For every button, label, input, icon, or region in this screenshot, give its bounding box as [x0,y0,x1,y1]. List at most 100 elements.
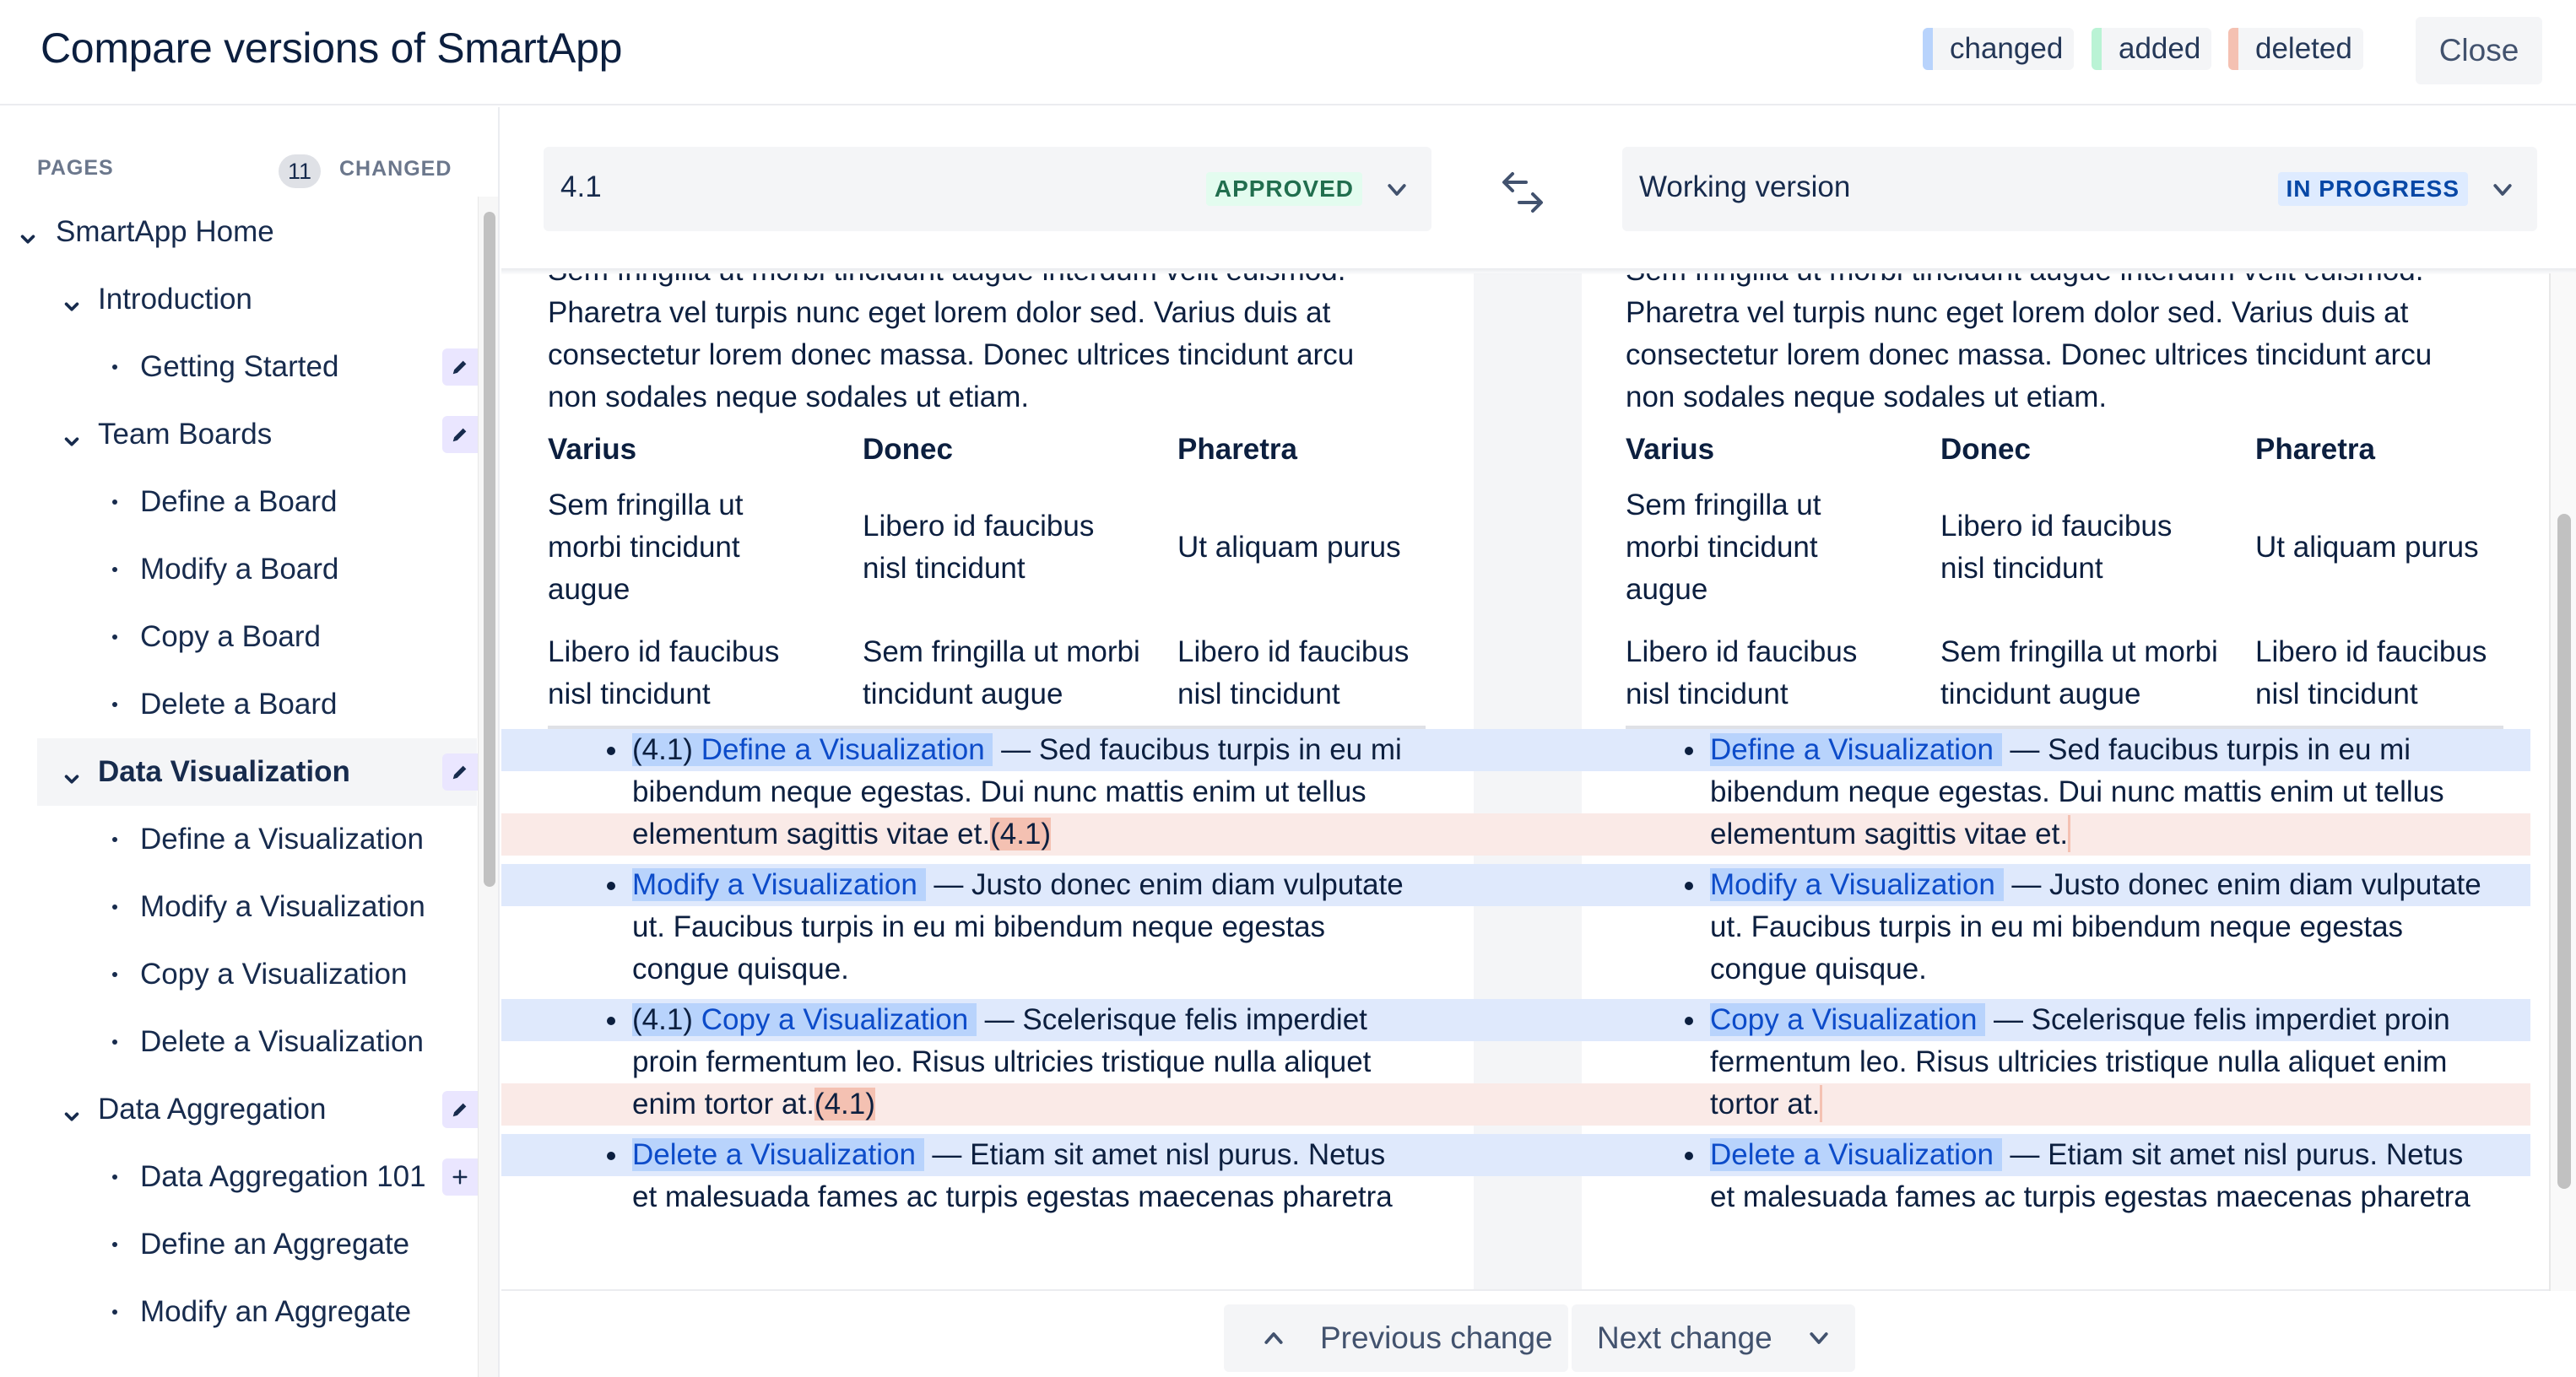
content-scroll-thumb[interactable] [2557,514,2571,1189]
sidebar-item-label: Modify a Board [140,553,339,586]
page-link[interactable]: Define a Visualization [1710,733,1994,766]
deleted-marker [1820,1085,1823,1122]
deleted-highlight: (4.1) [814,1088,875,1120]
page-link[interactable]: Define a Visualization [701,733,985,766]
sidebar-item[interactable]: Getting Started [0,333,478,401]
pages-sidebar: PAGES 11 CHANGED SmartApp Home Introducti… [0,107,500,1377]
paragraph-line: consectetur lorem donec massa. Donec ult… [548,338,1355,371]
sidebar-item[interactable]: Data Visualization [37,738,478,806]
list-item-line: fermentum leo. Risus ultricies tristique… [1710,1045,2448,1078]
bullet-icon [112,1242,117,1247]
changed-highlight: Delete a Visualization [632,1138,924,1171]
sidebar-item[interactable]: Team Boards [0,401,478,468]
sidebar-item[interactable]: Modify a Visualization [0,873,477,941]
sidebar-item[interactable]: Define a Visualization [0,806,477,873]
swap-arrows-icon[interactable] [1496,165,1550,219]
sidebar-item[interactable]: Data Aggregation 101 [0,1143,478,1211]
table-row: Sem fringilla ut morbi tincidunt augue L… [548,474,1426,621]
list-item-line: enim tortor at.(4.1) [632,1083,1432,1126]
chevron-down-icon[interactable] [62,763,81,784]
left-version-select[interactable]: 4.1 APPROVED [544,147,1431,231]
table-cell: Libero id faucibus nisl tincidunt [1177,635,1410,710]
table-header: Pharetra [1177,433,1298,466]
in-progress-status-badge: IN PROGRESS [2277,172,2468,206]
sidebar-item[interactable]: Copy a Visualization [0,941,477,1008]
content-scrollbar[interactable] [2549,273,2576,1291]
sidebar-item-label: Modify a Visualization [140,890,425,923]
list-item-line: ut. Faucibus turpis in eu mi bibendum ne… [1710,910,2404,943]
bullet-icon [112,500,117,505]
changed-highlight: Modify a Visualization [632,868,926,901]
right-version-name: Working version [1639,170,1851,203]
list-item-text: — Scelerisque felis imperdiet [976,1003,1367,1036]
page-link[interactable]: Delete a Visualization [632,1138,916,1171]
table-cell: Sem fringilla ut morbi tincidunt augue [1626,489,1821,606]
added-swatch [2092,28,2102,70]
sidebar-scrollbar[interactable] [478,197,498,1377]
changed-count-badge: 11 [279,154,321,188]
sidebar-item[interactable]: Copy a Board [0,603,477,671]
page-link[interactable]: Copy a Visualization [1710,1003,1978,1036]
chevron-up-icon [1264,1332,1283,1344]
right-version-select[interactable]: Working version IN PROGRESS [1622,147,2537,231]
close-button[interactable]: Close [2416,17,2542,84]
legend-label: deleted [2255,32,2352,65]
version-prefix: (4.1) [632,733,701,766]
sidebar-item[interactable]: Data Aggregation [0,1076,478,1143]
chevron-down-icon[interactable] [62,1100,81,1121]
chevron-down-icon [1388,184,1406,196]
list-item-line: (4.1) Define a Visualization — Sed fauci… [632,729,1432,771]
left-diff-list: (4.1) Define a Visualization — Sed fauci… [548,729,1432,1218]
bullet-icon [607,747,615,755]
list-item-line: proin fermentum leo. Risus ultricies tri… [632,1045,1372,1078]
sidebar-item[interactable]: Define a Board [0,468,477,536]
sidebar-item-label: Define an Aggregate [140,1228,410,1261]
sidebar-item[interactable]: Modify an Aggregate [0,1278,477,1346]
page-link[interactable]: Delete a Visualization [1710,1138,1994,1171]
table-header: Varius [1626,433,1715,466]
list-item: Delete a Visualization — Etiam sit amet … [548,1134,1432,1218]
list-item-text: — Etiam sit amet nisl purus. Netus [923,1138,1386,1171]
changed-highlight: Modify a Visualization [1710,868,2004,901]
list-item-text: congue quisque. [1710,953,1927,986]
sidebar-item-label: SmartApp Home [56,215,274,248]
deleted-swatch [2228,28,2238,70]
table-cell: Libero id faucibus nisl tincidunt [863,510,1095,585]
content-table: Varius Donec Pharetra Sem fringilla ut m… [548,429,1426,729]
table-row: Libero id faucibus nisl tincidunt Sem fr… [548,621,1426,726]
sidebar-item[interactable]: Define an Aggregate [0,1211,477,1278]
sidebar-item-label: Define a Board [140,485,338,518]
page-link[interactable]: Modify a Visualization [1710,868,1995,901]
sidebar-item[interactable]: Modify a Board [0,536,477,603]
previous-change-button[interactable]: Previous change [1224,1304,1568,1372]
page-link[interactable]: Modify a Visualization [632,868,917,901]
next-change-button[interactable]: Next change [1572,1304,1855,1372]
chevron-down-icon[interactable] [62,290,81,311]
chevron-down-icon[interactable] [19,223,37,244]
list-item: Modify a Visualization — Justo donec eni… [548,864,1432,991]
changed-highlight: Define a Visualization [1710,733,2002,766]
chevron-down-icon[interactable] [62,425,81,446]
page-link[interactable]: Copy a Visualization [701,1003,969,1036]
changed-highlight: Delete a Visualization [1710,1138,2002,1171]
pages-label: PAGES [37,156,114,180]
page-tree: SmartApp Home Introduction Getting Started… [0,198,478,1346]
list-item-line: Modify a Visualization — Justo donec eni… [1710,864,2510,906]
legend-changed: changed [1923,28,2075,70]
bullet-icon [1685,747,1693,755]
bullet-icon [112,1040,117,1045]
sidebar-item-label: Define a Visualization [140,823,424,856]
list-item-text: elementum sagittis vitae et. [1710,818,2069,850]
list-item-text: tortor at. [1710,1088,1821,1120]
sidebar-item[interactable]: SmartApp Home [0,198,477,266]
sidebar-scroll-thumb[interactable] [484,212,495,887]
sidebar-item[interactable]: Delete a Visualization [0,1008,477,1076]
list-item-line: (4.1) Copy a Visualization — Scelerisque… [632,999,1432,1041]
bullet-icon [112,567,117,572]
modal-header: Compare versions of SmartApp changed add… [0,0,2576,105]
sidebar-item-label: Getting Started [140,350,339,383]
list-item-line: Define a Visualization — Sed faucibus tu… [1710,729,2510,771]
sidebar-item[interactable]: Introduction [0,266,477,333]
paragraph: Sem fringilla ut morbi tincidunt augue i… [548,273,1432,418]
sidebar-item[interactable]: Delete a Board [0,671,477,738]
